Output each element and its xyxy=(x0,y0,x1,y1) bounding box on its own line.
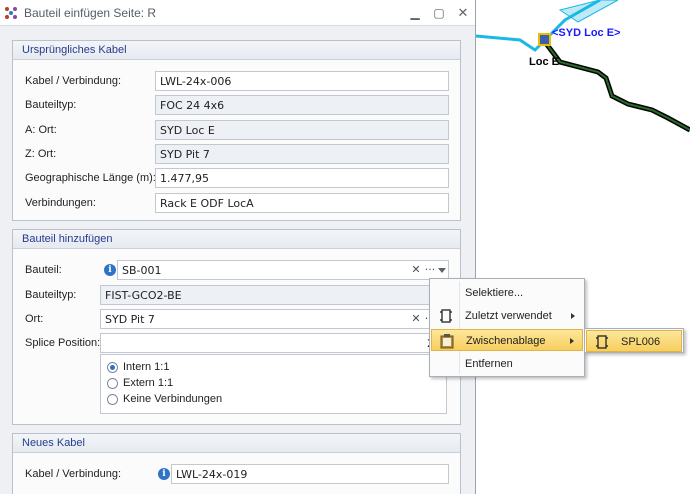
menu-item-label: Selektiere... xyxy=(465,287,524,299)
maximize-button[interactable]: ▢ xyxy=(430,4,448,22)
map-site-label-short[interactable]: Loc E xyxy=(529,56,559,68)
component-type-label: Bauteiltyp: xyxy=(25,289,77,301)
add-component-group: Bauteil hinzufügen Bauteil: i SB-001 ✕ ·… xyxy=(12,229,461,425)
submenu-arrow-icon xyxy=(571,313,575,319)
clipboard-submenu: SPL006 xyxy=(584,328,684,353)
insert-component-dialog: Bauteil einfügen Seite: R ▁ ▢ ✕ Ursprüng… xyxy=(0,0,476,494)
geo-length-field[interactable]: 1.477,95 xyxy=(155,168,449,188)
title-bar[interactable]: Bauteil einfügen Seite: R ▁ ▢ ✕ xyxy=(0,0,475,26)
app-icon xyxy=(5,7,17,19)
radio-none-label: Keine Verbindungen xyxy=(123,393,223,405)
menu-item-select[interactable]: Selektiere... xyxy=(431,282,583,304)
component-select-value: SB-001 xyxy=(122,264,162,277)
info-icon: i xyxy=(158,468,170,480)
menu-item-remove[interactable]: Entfernen xyxy=(431,353,583,375)
menu-item-label: Zuletzt verwendet xyxy=(465,310,552,322)
info-icon: i xyxy=(104,264,116,276)
geo-length-label: Geographische Länge (m): xyxy=(25,172,156,184)
submenu-arrow-icon xyxy=(570,338,574,344)
connection-mode-radio-group: Intern 1:1 Extern 1:1 Keine Verbindungen xyxy=(100,354,447,414)
add-component-header: Bauteil hinzufügen xyxy=(13,230,460,249)
component-type-field: FOC 24 4x6 xyxy=(155,95,449,115)
a-location-field: SYD Loc E xyxy=(155,120,449,140)
submenu-item-label: SPL006 xyxy=(621,336,661,348)
component-select[interactable]: SB-001 ✕ ··· xyxy=(117,260,449,280)
menu-item-recently-used[interactable]: Zuletzt verwendet xyxy=(431,305,583,327)
splice-position-field[interactable]: 2 xyxy=(100,333,449,353)
window-title: Bauteil einfügen Seite: R xyxy=(24,6,157,20)
radio-button[interactable] xyxy=(107,378,118,389)
menu-item-label: Zwischenablage xyxy=(466,335,546,347)
clear-icon[interactable]: ✕ xyxy=(410,263,422,277)
radio-extern-label: Extern 1:1 xyxy=(123,377,174,389)
z-location-label: Z: Ort: xyxy=(25,148,57,160)
map-site-label[interactable]: <SYD Loc E> xyxy=(552,27,620,39)
component-label: Bauteil: xyxy=(25,264,62,276)
connections-field[interactable]: Rack E ODF LocA xyxy=(155,193,449,213)
radio-intern-label: Intern 1:1 xyxy=(123,361,170,373)
new-cable-connection-field[interactable]: LWL-24x-019 xyxy=(171,464,449,484)
component-type-label: Bauteiltyp: xyxy=(25,99,77,111)
a-location-label: A: Ort: xyxy=(25,124,57,136)
menu-item-label: Entfernen xyxy=(465,358,513,370)
location-select-value: SYD Pit 7 xyxy=(105,313,155,326)
cable-connection-label: Kabel / Verbindung: xyxy=(25,75,122,87)
new-cable-group: Neues Kabel Kabel / Verbindung: i LWL-24… xyxy=(12,433,461,494)
connections-label: Verbindungen: xyxy=(25,197,96,209)
close-button[interactable]: ✕ xyxy=(454,4,472,22)
menu-item-clipboard[interactable]: Zwischenablage xyxy=(431,329,583,351)
splice-position-label: Splice Position: xyxy=(25,337,101,349)
site-node-icon xyxy=(538,33,551,46)
component-icon xyxy=(596,335,608,349)
clear-icon[interactable]: ✕ xyxy=(410,312,422,326)
more-icon[interactable]: ··· xyxy=(424,263,436,277)
cable-line-blue xyxy=(475,34,547,52)
minimize-button[interactable]: ▁ xyxy=(406,4,424,22)
cable-line-green xyxy=(543,40,690,133)
submenu-item-spl006[interactable]: SPL006 xyxy=(586,330,682,352)
original-cable-group: Ursprüngliches Kabel Kabel / Verbindung:… xyxy=(12,40,461,221)
location-label: Ort: xyxy=(25,313,44,325)
clipboard-icon xyxy=(440,334,454,349)
chevron-down-icon[interactable] xyxy=(438,268,446,273)
context-menu: Selektiere... Zuletzt verwendet Zwischen… xyxy=(429,278,585,377)
component-icon xyxy=(440,309,452,323)
original-cable-header: Ursprüngliches Kabel xyxy=(13,41,460,60)
location-select[interactable]: SYD Pit 7 ✕ ··· xyxy=(100,309,449,329)
z-location-field: SYD Pit 7 xyxy=(155,144,449,164)
cable-connection-field[interactable]: LWL-24x-006 xyxy=(155,71,449,91)
radio-button[interactable] xyxy=(107,394,118,405)
radio-button-checked[interactable] xyxy=(107,362,118,373)
new-cable-connection-label: Kabel / Verbindung: xyxy=(25,468,122,480)
new-cable-header: Neues Kabel xyxy=(13,434,460,453)
component-type-field: FIST-GCO2-BE xyxy=(100,285,449,305)
